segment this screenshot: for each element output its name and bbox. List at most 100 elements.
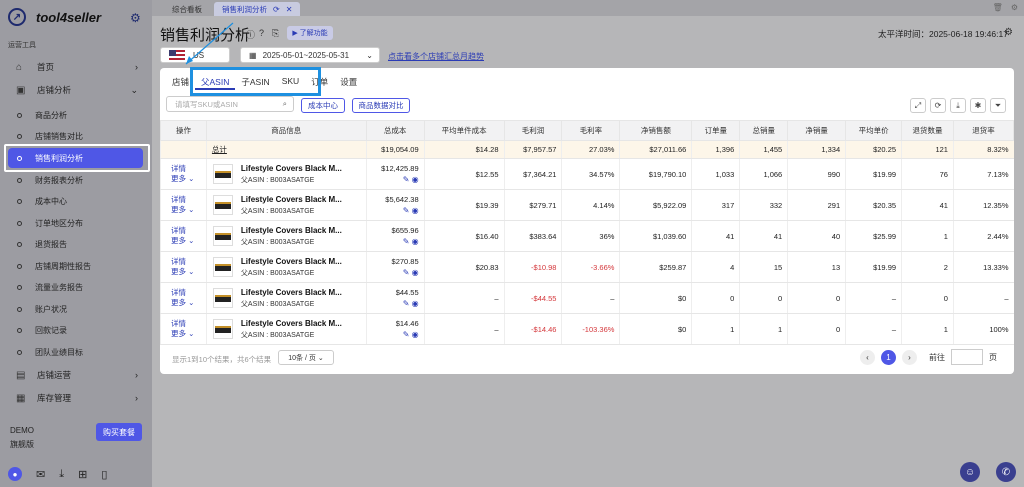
info-icon[interactable]: ⓘ <box>246 28 255 41</box>
avatar-icon[interactable]: ● <box>8 467 22 481</box>
chat-bot-icon[interactable]: ☺ <box>960 462 980 482</box>
learn-feature-button[interactable]: ▶ 了解功能 <box>287 26 333 40</box>
multi-store-trend-link[interactable]: 点击看多个店铺汇总月趋势 <box>388 51 484 62</box>
tab-current[interactable]: 销售利润分析 ⟳ ✕ <box>214 2 301 16</box>
col-header[interactable]: 净销量 <box>787 120 847 141</box>
prev-page-button[interactable]: ‹ <box>860 349 875 365</box>
col-header[interactable]: 订单量 <box>691 120 741 141</box>
sidebar-item-home[interactable]: ⌂ 首页 › <box>0 57 152 77</box>
sidebar-subitem[interactable]: 流量业务报告 <box>8 277 143 297</box>
col-header[interactable]: 毛利率 <box>561 120 621 141</box>
annotation-arrow <box>185 22 234 65</box>
product-name[interactable]: Lifestyle Covers Black M... <box>241 164 342 173</box>
col-header[interactable]: 退货数量 <box>901 120 954 141</box>
refresh-icon[interactable]: ⟳ <box>273 5 280 14</box>
detail-link[interactable]: 详情 <box>171 319 201 329</box>
goto-page-input[interactable] <box>951 349 983 365</box>
filter-icon[interactable]: ⏷ <box>990 98 1006 113</box>
delete-icon[interactable]: 🗑 <box>993 3 1003 12</box>
product-name[interactable]: Lifestyle Covers Black M... <box>241 288 342 297</box>
cost-center-button[interactable]: 成本中心 <box>301 98 345 113</box>
product-image[interactable] <box>212 226 233 246</box>
expand-icon[interactable]: ⤢ <box>910 98 926 113</box>
detail-link[interactable]: 详情 <box>171 226 201 236</box>
more-menu[interactable]: 更多 ⌄ <box>171 267 201 277</box>
product-name[interactable]: Lifestyle Covers Black M... <box>241 226 342 235</box>
product-name[interactable]: Lifestyle Covers Black M... <box>241 195 342 204</box>
col-header[interactable]: 毛利润 <box>503 120 563 141</box>
tab-settings[interactable]: 设置 <box>334 76 363 90</box>
sidebar-subitem[interactable]: 回款记录 <box>8 320 143 340</box>
product-name[interactable]: Lifestyle Covers Black M... <box>241 257 342 266</box>
col-header[interactable]: 净销售额 <box>619 120 693 141</box>
tab-highlight-box <box>190 67 321 96</box>
detail-link[interactable]: 详情 <box>171 195 201 205</box>
sidebar-subitem[interactable]: 成本中心 <box>8 191 143 211</box>
next-page-button[interactable]: › <box>902 349 917 365</box>
product-image[interactable] <box>212 257 233 277</box>
sidebar-item-label: 店铺分析 <box>37 85 72 95</box>
sidebar-item-shop-operation[interactable]: ▤ 店铺运营 › <box>0 365 152 385</box>
col-header[interactable]: 平均单价 <box>845 120 903 141</box>
product-image[interactable] <box>212 288 233 308</box>
product-image[interactable] <box>212 319 233 339</box>
edit-icon[interactable]: ✎ ◉ <box>372 267 419 278</box>
edit-icon[interactable]: ✎ ◉ <box>372 205 419 216</box>
page-button-current[interactable]: 1 <box>881 349 896 365</box>
sidebar-subitem[interactable]: 店铺周期性报告 <box>8 256 143 276</box>
edit-icon[interactable]: ✎ ◉ <box>372 236 419 247</box>
support-icon[interactable]: ✆ <box>996 462 1016 482</box>
sidebar-subitem[interactable]: 退货报告 <box>8 234 143 254</box>
more-menu[interactable]: 更多 ⌄ <box>171 236 201 246</box>
gear-icon[interactable]: ⚙ <box>130 11 141 25</box>
product-image[interactable] <box>212 195 233 215</box>
sidebar-subitem[interactable]: 财务报表分析 <box>8 170 143 190</box>
mail-icon[interactable]: ✉ <box>36 468 45 481</box>
detail-link[interactable]: 详情 <box>171 257 201 267</box>
help-icon[interactable]: ? <box>259 28 264 38</box>
detail-link[interactable]: 详情 <box>171 288 201 298</box>
sidebar-item-shop-analysis[interactable]: ▣ 店铺分析 ⌄ <box>0 80 152 100</box>
settings-icon[interactable]: ⚙ <box>1011 3 1018 12</box>
sidebar-item-label: 库存管理 <box>37 393 72 403</box>
col-header[interactable]: 总成本 <box>365 120 425 141</box>
compare-data-button[interactable]: 商品数据对比 <box>352 98 410 113</box>
refresh-icon[interactable]: ⟳ <box>930 98 946 113</box>
sidebar-subitem[interactable]: 订单地区分布 <box>8 213 143 233</box>
edit-icon[interactable]: ✎ ◉ <box>372 329 419 340</box>
sidebar-subitem[interactable]: 团队业绩目标 <box>8 342 143 362</box>
detail-link[interactable]: 详情 <box>171 164 201 174</box>
product-name[interactable]: Lifestyle Covers Black M... <box>241 319 342 328</box>
sidebar-subitem[interactable]: 账户状况 <box>8 299 143 319</box>
chevron-right-icon: › <box>135 370 138 380</box>
tab-home[interactable]: 综合看板 <box>164 2 210 16</box>
product-image[interactable] <box>212 164 233 184</box>
gear-icon[interactable]: ⚙ <box>1004 27 1013 38</box>
search-input[interactable]: 请填写SKU或ASIN ⌕ <box>166 96 294 112</box>
edit-icon[interactable]: ✎ ◉ <box>372 298 419 309</box>
logo[interactable]: ↗ tool4seller <box>8 8 101 26</box>
more-menu[interactable]: 更多 ⌄ <box>171 298 201 308</box>
sidebar-subitem[interactable]: 商品分析 <box>8 105 143 125</box>
product-asin: 父ASIN : B003ASATGE <box>240 207 315 215</box>
edit-icon[interactable]: ✎ ◉ <box>372 174 419 185</box>
download-icon[interactable]: ⤓ <box>950 98 966 113</box>
date-range-picker[interactable]: ▦ 2025-05-01~2025-05-31 ⌄ <box>240 47 380 63</box>
col-header[interactable]: 退货率 <box>952 120 1015 141</box>
more-menu[interactable]: 更多 ⌄ <box>171 205 201 215</box>
page-size-select[interactable]: 10条 / 页 ⌄ <box>278 350 334 365</box>
more-menu[interactable]: 更多 ⌄ <box>171 174 201 184</box>
close-icon[interactable]: ✕ <box>286 5 293 14</box>
mobile-icon[interactable]: ▯ <box>101 468 107 481</box>
sidebar-subitem[interactable]: 店铺销售对比 <box>8 126 143 146</box>
buy-plan-button[interactable]: 购买套餐 <box>96 423 142 441</box>
bookmark-icon[interactable]: ⎘ <box>272 28 279 39</box>
sidebar-item-inventory[interactable]: ▦ 库存管理 › <box>0 388 152 408</box>
download-icon[interactable]: ⤓ <box>59 468 64 481</box>
translate-icon[interactable]: ⊞ <box>78 468 87 481</box>
search-icon[interactable]: ⌕ <box>283 99 287 109</box>
column-settings-icon[interactable]: ✱ <box>970 98 986 113</box>
more-menu[interactable]: 更多 ⌄ <box>171 329 201 339</box>
col-header[interactable]: 总销量 <box>739 120 789 141</box>
col-header[interactable]: 平均单件成本 <box>423 120 505 141</box>
